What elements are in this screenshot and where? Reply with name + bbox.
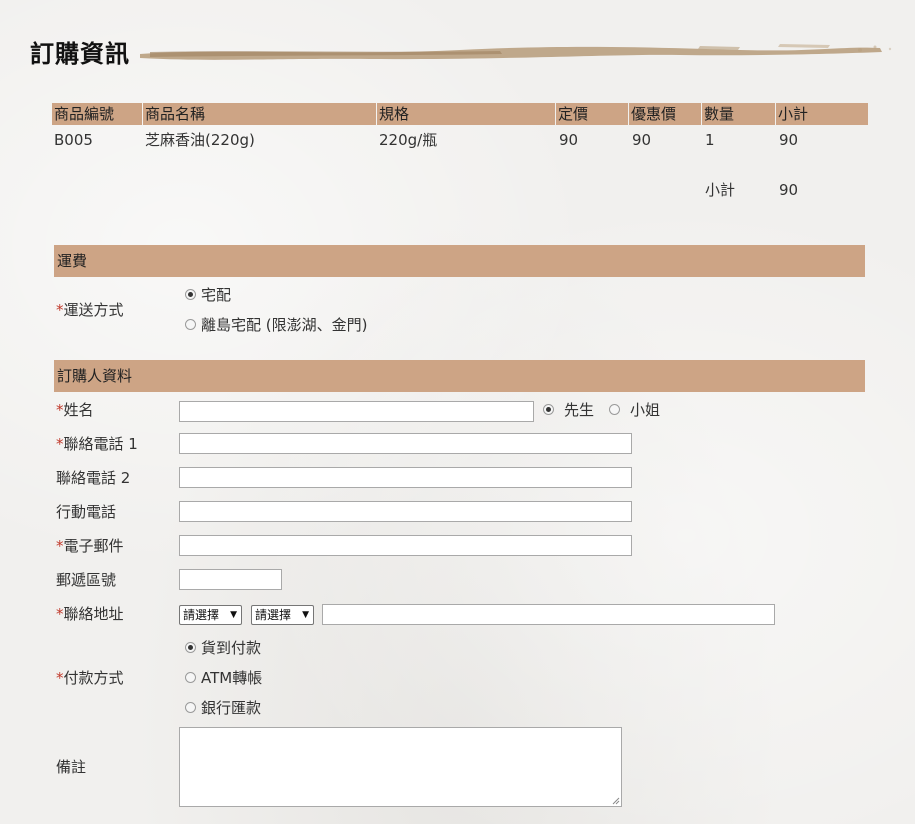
payment-bank-radio[interactable] <box>185 702 196 713</box>
required-mark: * <box>56 301 64 319</box>
phone1-label: *聯絡電話 1 <box>56 435 138 453</box>
col-header-subtotal: 小計 <box>776 103 868 125</box>
shipping-option-home-label: 宅配 <box>201 286 232 304</box>
chevron-down-icon: ▼ <box>302 610 309 620</box>
payment-atm-radio[interactable] <box>185 672 196 683</box>
phone1-input[interactable] <box>179 433 632 454</box>
resize-handle-icon[interactable] <box>612 797 620 805</box>
gender-ms-label: 小姐 <box>630 401 661 419</box>
address-label: *聯絡地址 <box>56 605 124 623</box>
name-input[interactable] <box>179 401 534 422</box>
payment-bank-label: 銀行匯款 <box>201 699 262 717</box>
zip-label: 郵遞區號 <box>56 571 117 589</box>
gender-mr-radio[interactable] <box>543 404 554 415</box>
cell-discount-price: 90 <box>632 131 652 149</box>
note-label: 備註 <box>56 758 87 776</box>
cell-price: 90 <box>559 131 579 149</box>
phone2-input[interactable] <box>179 467 632 488</box>
payment-label: *付款方式 <box>56 669 124 687</box>
gender-ms-radio[interactable] <box>609 404 620 415</box>
payment-cod-label: 貨到付款 <box>201 639 262 657</box>
name-label: *姓名 <box>56 401 94 419</box>
col-header-spec: 規格 <box>377 103 555 125</box>
payment-cod-radio[interactable] <box>185 642 196 653</box>
shipping-option-island-label: 離島宅配 (限澎湖、金門) <box>201 316 368 334</box>
phone2-label: 聯絡電話 2 <box>56 469 131 487</box>
brush-stroke-decoration <box>140 44 892 60</box>
col-header-quantity: 數量 <box>702 103 775 125</box>
buyer-section-header: 訂購人資料 <box>54 360 865 392</box>
note-textarea[interactable] <box>179 727 622 807</box>
subtotal-label: 小計 <box>705 181 736 199</box>
page-title: 訂購資訊 <box>30 40 130 68</box>
shipping-section-header: 運費 <box>54 245 865 277</box>
col-header-product-name: 商品名稱 <box>143 103 376 125</box>
cell-product-name: 芝麻香油(220g) <box>145 131 255 149</box>
cell-spec: 220g/瓶 <box>379 131 438 149</box>
cell-product-id: B005 <box>54 131 93 149</box>
col-header-discount-price: 優惠價 <box>629 103 701 125</box>
payment-atm-label: ATM轉帳 <box>201 669 263 687</box>
cell-subtotal: 90 <box>779 131 799 149</box>
email-input[interactable] <box>179 535 632 556</box>
shipping-method-label: *運送方式 <box>56 301 124 319</box>
zip-input[interactable] <box>179 569 282 590</box>
col-header-product-id: 商品編號 <box>52 103 142 125</box>
gender-mr-label: 先生 <box>564 401 595 419</box>
city-select[interactable]: 請選擇 ▼ <box>179 605 242 625</box>
address-input[interactable] <box>322 604 775 625</box>
shipping-option-home-radio[interactable] <box>185 289 196 300</box>
email-label: *電子郵件 <box>56 537 124 555</box>
mobile-input[interactable] <box>179 501 632 522</box>
col-header-price: 定價 <box>556 103 628 125</box>
subtotal-value: 90 <box>779 181 799 199</box>
district-select[interactable]: 請選擇 ▼ <box>251 605 314 625</box>
shipping-option-island-radio[interactable] <box>185 319 196 330</box>
cell-quantity: 1 <box>705 131 715 149</box>
chevron-down-icon: ▼ <box>230 610 237 620</box>
mobile-label: 行動電話 <box>56 503 117 521</box>
